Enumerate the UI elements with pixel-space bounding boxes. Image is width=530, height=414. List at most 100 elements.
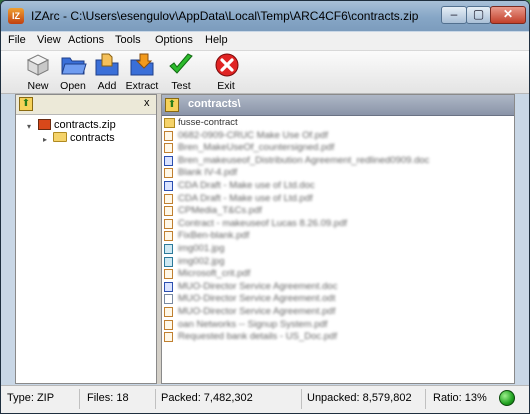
- close-button[interactable]: ✕: [490, 6, 526, 24]
- file-row[interactable]: MUO-Director Service Agreement.pdf: [164, 306, 512, 319]
- doc-file-icon: [164, 180, 173, 191]
- file-name: Contract - makeuseof Lucas 8.26.09.pdf: [178, 217, 347, 229]
- exit-button[interactable]: Exit: [213, 52, 239, 92]
- menu-bar: File View Actions Tools Options Help: [1, 32, 529, 51]
- file-row[interactable]: fusse-contract: [164, 117, 512, 130]
- file-name: FixBen-blank.pdf: [178, 230, 250, 242]
- menu-help[interactable]: Help: [205, 34, 228, 46]
- file-row[interactable]: img001.jpg: [164, 243, 512, 256]
- file-row[interactable]: Microsoft_crit.pdf: [164, 268, 512, 281]
- menu-actions[interactable]: Actions: [68, 34, 104, 46]
- menu-options[interactable]: Options: [155, 34, 193, 46]
- file-name: CPMedia_T&Cs.pdf: [178, 205, 262, 217]
- file-name: fusse-contract: [178, 117, 238, 128]
- status-divider: [301, 389, 302, 409]
- file-row[interactable]: Requested bank details - US_Doc.pdf: [164, 331, 512, 344]
- file-row[interactable]: CPMedia_T&Cs.pdf: [164, 205, 512, 218]
- file-name: MUO-Director Service Agreement.odt: [178, 293, 336, 305]
- tree-close-button[interactable]: x: [144, 97, 150, 109]
- test-label: Test: [171, 80, 191, 92]
- file-name: Bren_MakeUseOf_countersigned.pdf: [178, 142, 335, 154]
- file-row[interactable]: Bren_makeuseof_Distribution Agreement_re…: [164, 155, 512, 168]
- file-row[interactable]: CDA Draft - Make use of Ltd.doc: [164, 180, 512, 193]
- minimize-button[interactable]: –: [441, 6, 467, 24]
- pdf-file-icon: [164, 206, 173, 217]
- path-up-icon[interactable]: ⬆: [165, 98, 179, 112]
- status-ok-icon: [499, 390, 515, 406]
- file-name: oan Networks -- Signup System.pdf: [178, 318, 328, 330]
- file-row[interactable]: img002.jpg: [164, 256, 512, 269]
- extract-icon: [130, 53, 154, 76]
- panes: ⬆ x ▾ contracts.zip ▸ contracts ⬆ contra…: [15, 94, 515, 384]
- doc-file-icon: [164, 281, 173, 292]
- odt-file-icon: [164, 294, 173, 305]
- file-row[interactable]: Bren_MakeUseOf_countersigned.pdf: [164, 142, 512, 155]
- status-packed: Packed: 7,482,302: [161, 392, 253, 404]
- pdf-file-icon: [164, 168, 173, 179]
- jpg-file-icon: [164, 256, 173, 267]
- jpg-file-icon: [164, 243, 173, 254]
- izarc-app-icon: IZ: [8, 8, 24, 24]
- folder-tree-pane: ⬆ x ▾ contracts.zip ▸ contracts: [15, 94, 157, 384]
- file-list: fusse-contract 0682-0909-CRUC Make Use Of…: [164, 117, 512, 344]
- file-name: MUO-Director Service Agreement.doc: [178, 280, 338, 292]
- file-name: Requested bank details - US_Doc.pdf: [178, 331, 337, 343]
- current-path: contracts\: [188, 98, 241, 110]
- up-folder-icon[interactable]: ⬆: [19, 97, 33, 111]
- tree-item-contracts[interactable]: contracts: [53, 132, 115, 144]
- file-row[interactable]: oan Networks -- Signup System.pdf: [164, 319, 512, 332]
- status-type: Type: ZIP: [7, 392, 55, 404]
- title-bar[interactable]: IZ IZArc - C:\Users\esengulov\AppData\Lo…: [1, 1, 529, 31]
- window-title: IZArc - C:\Users\esengulov\AppData\Local…: [31, 9, 419, 23]
- status-files: Files: 18: [87, 392, 129, 404]
- tree-root-label: contracts.zip: [54, 119, 116, 131]
- path-bar: ⬆ contracts\: [162, 95, 514, 116]
- file-name: Bren_makeuseof_Distribution Agreement_re…: [178, 154, 430, 166]
- pdf-file-icon: [164, 193, 173, 204]
- file-row[interactable]: Contract - makeuseof Lucas 8.26.09.pdf: [164, 218, 512, 231]
- collapse-icon[interactable]: ▾: [27, 122, 31, 131]
- menu-file[interactable]: File: [8, 34, 26, 46]
- file-row[interactable]: CDA Draft - Make use of Ltd.pdf: [164, 193, 512, 206]
- menu-view[interactable]: View: [37, 34, 61, 46]
- menu-tools[interactable]: Tools: [115, 34, 141, 46]
- file-name: Microsoft_crit.pdf: [178, 268, 251, 280]
- maximize-button[interactable]: ▢: [466, 6, 491, 24]
- test-button[interactable]: Test: [167, 52, 195, 92]
- extract-button[interactable]: Extract: [125, 52, 159, 92]
- file-name: Blank IV-4.pdf: [178, 167, 238, 179]
- file-name: CDA Draft - Make use of Ltd.pdf: [178, 192, 313, 204]
- toolbar: New Open Add Extract Test Exit: [1, 51, 529, 94]
- pdf-file-icon: [164, 269, 173, 280]
- new-archive-icon: [26, 54, 50, 76]
- add-button[interactable]: Add: [93, 52, 121, 92]
- pdf-file-icon: [164, 130, 173, 141]
- exit-label: Exit: [217, 80, 235, 92]
- open-label: Open: [60, 80, 86, 92]
- tree-item-root[interactable]: contracts.zip: [38, 119, 116, 131]
- file-row[interactable]: MUO-Director Service Agreement.odt: [164, 293, 512, 306]
- file-row[interactable]: FixBen-blank.pdf: [164, 230, 512, 243]
- pdf-file-icon: [164, 306, 173, 317]
- pdf-file-icon: [164, 231, 173, 242]
- file-name: img002.jpg: [178, 255, 225, 267]
- extract-label: Extract: [125, 80, 159, 92]
- pdf-file-icon: [164, 143, 173, 154]
- file-row[interactable]: MUO-Director Service Agreement.doc: [164, 281, 512, 294]
- expand-icon[interactable]: ▸: [43, 135, 47, 144]
- file-name: CDA Draft - Make use of Ltd.doc: [178, 179, 315, 191]
- zip-archive-icon: [38, 119, 51, 130]
- pdf-file-icon: [164, 319, 173, 330]
- open-button[interactable]: Open: [57, 52, 89, 92]
- file-row[interactable]: Blank IV-4.pdf: [164, 167, 512, 180]
- exit-icon: [215, 53, 239, 77]
- pdf-file-icon: [164, 218, 173, 229]
- status-divider: [79, 389, 80, 409]
- add-files-icon: [95, 53, 119, 76]
- status-divider: [155, 389, 156, 409]
- new-button[interactable]: New: [23, 52, 53, 92]
- doc-file-icon: [164, 155, 173, 166]
- new-label: New: [27, 80, 49, 92]
- file-row[interactable]: 0682-0909-CRUC Make Use Of.pdf: [164, 130, 512, 143]
- file-list-pane: ⬆ contracts\ fusse-contract 0682-0909-CRU…: [161, 94, 515, 384]
